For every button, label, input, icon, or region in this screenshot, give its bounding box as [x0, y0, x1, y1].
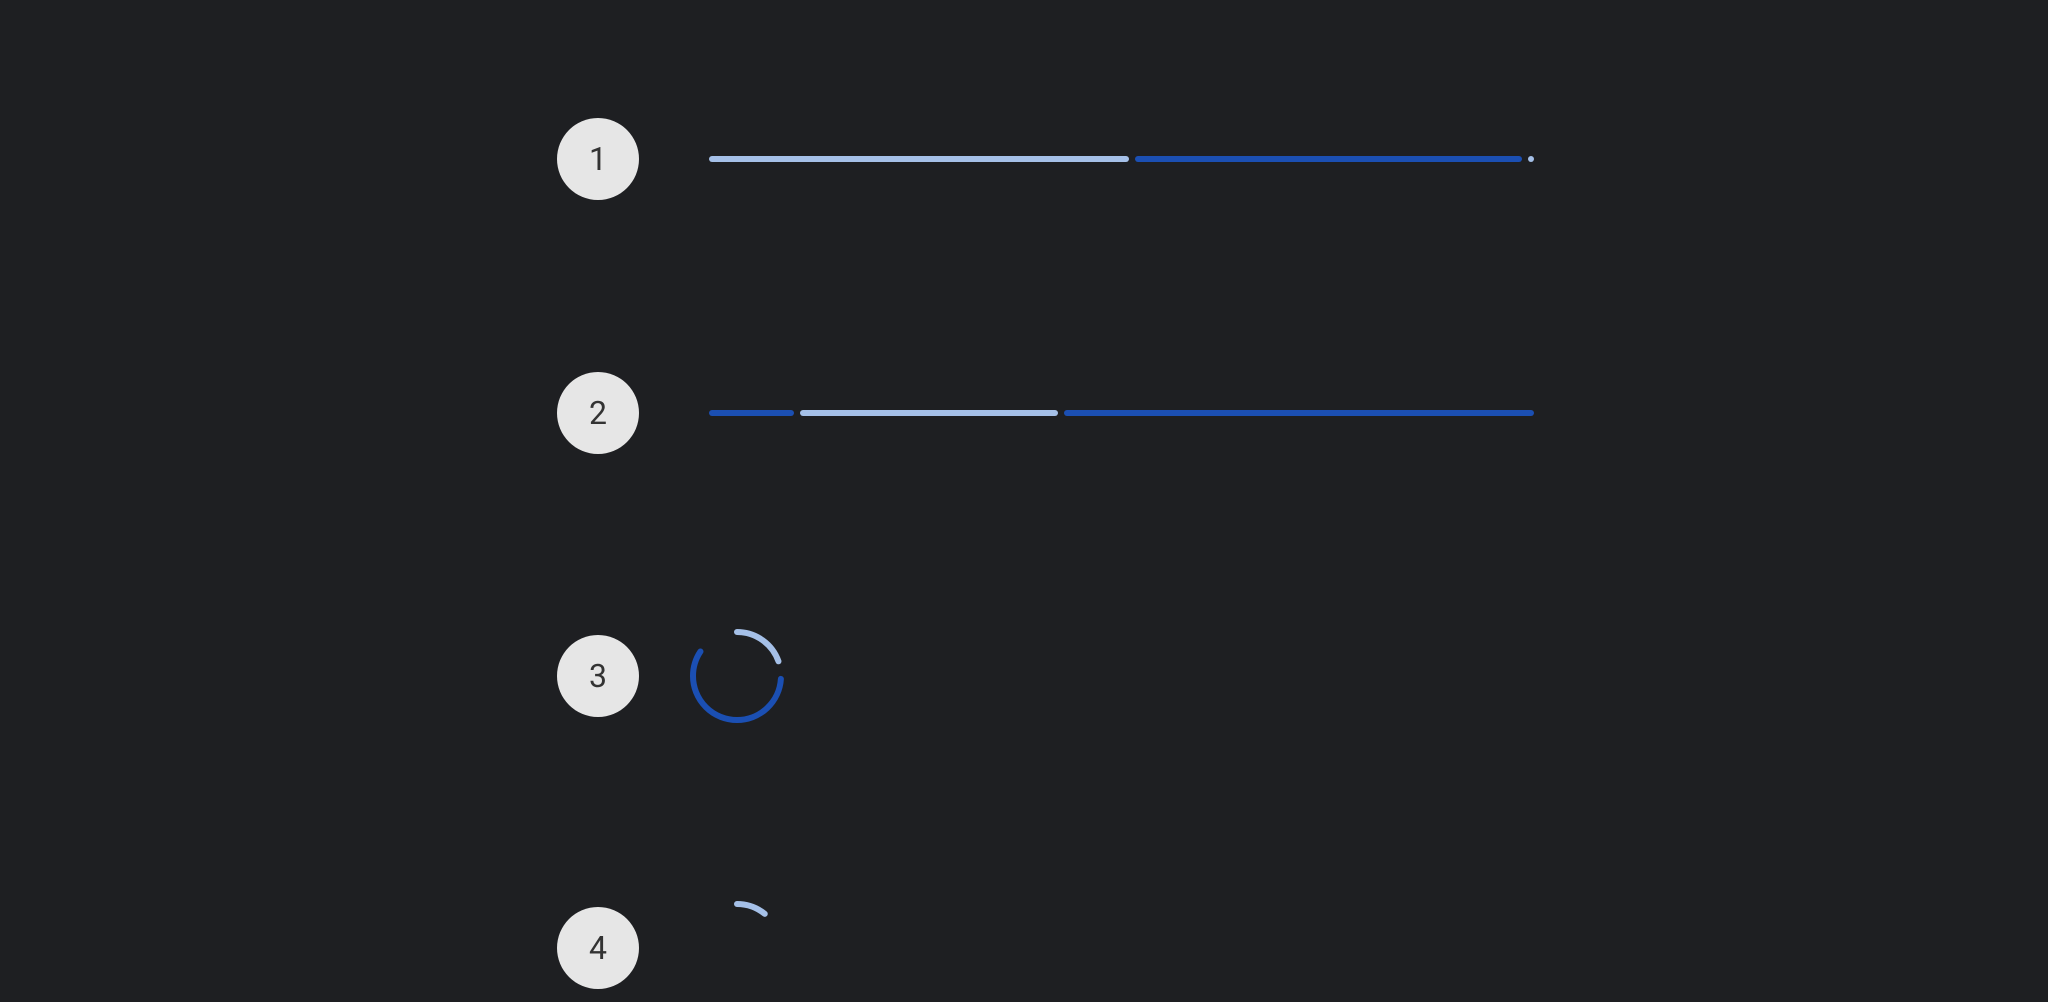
progress-segment-1: [709, 410, 794, 416]
progress-row-2: 2: [557, 372, 1534, 454]
linear-progress-indeterminate: [709, 410, 1534, 416]
circular-spinner-arc: [693, 904, 781, 992]
progress-segment-3: [1064, 410, 1534, 416]
number-badge: 2: [557, 372, 639, 454]
number-label: 2: [589, 394, 607, 432]
progress-row-3: 3: [557, 626, 1534, 726]
progress-indicators-list: 1 2 3: [557, 118, 1534, 998]
number-label: 4: [589, 929, 607, 967]
linear-progress-determinate: [709, 156, 1534, 162]
number-badge: 4: [557, 907, 639, 989]
circular-progress-indeterminate: [687, 898, 787, 998]
number-label: 1: [589, 140, 607, 178]
circular-progress-determinate: [687, 626, 787, 726]
number-label: 3: [589, 657, 607, 695]
number-badge: 1: [557, 118, 639, 200]
progress-track-filled: [709, 156, 1129, 162]
progress-track-remaining: [1135, 156, 1522, 162]
progress-segment-2: [800, 410, 1058, 416]
progress-row-4: 4: [557, 898, 1534, 998]
progress-stop-indicator: [1528, 156, 1534, 162]
number-badge: 3: [557, 635, 639, 717]
progress-row-1: 1: [557, 118, 1534, 200]
